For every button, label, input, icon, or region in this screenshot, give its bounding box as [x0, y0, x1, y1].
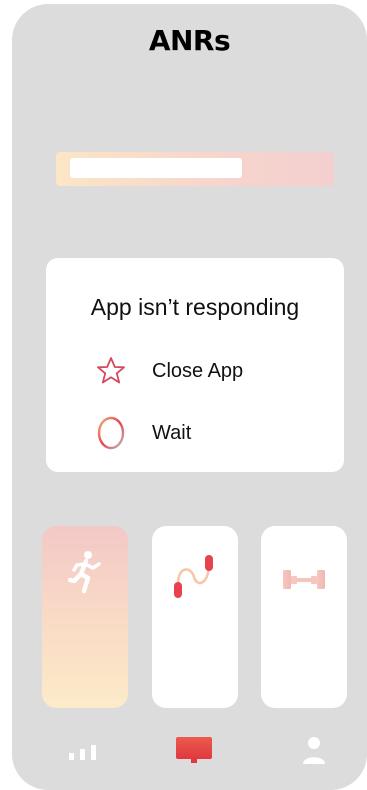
wait-label: Wait: [152, 421, 192, 444]
stats-bars-icon: [67, 740, 101, 765]
anr-dialog: App isn’t responding Close App Wait: [46, 258, 344, 472]
running-icon: [42, 550, 128, 594]
banner-placeholder-bar: [70, 158, 242, 178]
close-app-label: Close App: [152, 359, 244, 382]
loading-ring-icon: [94, 416, 128, 450]
strength-card[interactable]: [261, 526, 347, 708]
close-app-option[interactable]: Close App: [94, 354, 243, 388]
profile-icon: [301, 735, 327, 770]
progress-banner: [56, 152, 334, 186]
jump-rope-card[interactable]: [152, 526, 238, 708]
running-card[interactable]: [42, 526, 128, 708]
nav-dashboard[interactable]: [174, 732, 214, 772]
star-icon: [94, 354, 128, 388]
dashboard-icon: [174, 735, 214, 770]
nav-stats[interactable]: [64, 732, 104, 772]
phone-screen: ANRs App isn’t responding Close App Wait: [12, 4, 367, 790]
dumbbell-icon: [261, 550, 347, 590]
page-title: ANRs: [148, 24, 231, 57]
wait-option[interactable]: Wait: [94, 416, 191, 450]
jump-rope-icon: [152, 550, 238, 600]
dialog-title: App isn’t responding: [90, 294, 300, 320]
bottom-nav: [12, 732, 367, 772]
nav-profile[interactable]: [294, 732, 334, 772]
